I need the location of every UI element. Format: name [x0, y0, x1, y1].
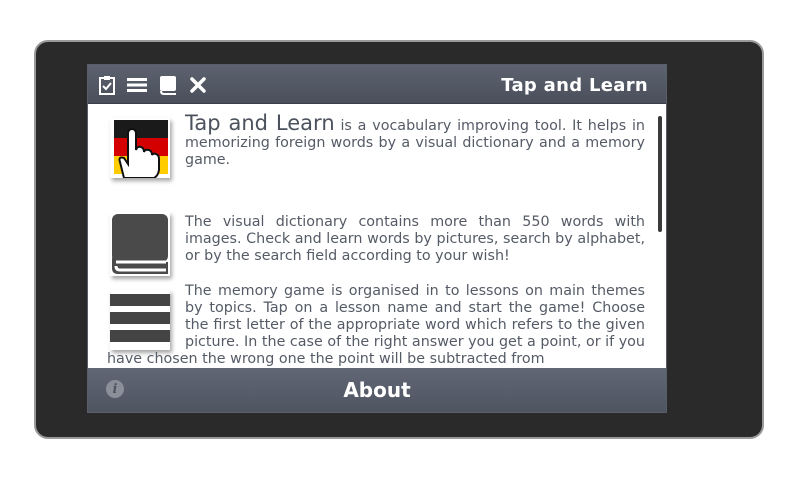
about-content[interactable]: Tap and Learn is a vocabulary improving …	[88, 104, 666, 368]
memory-game-text: The memory game is organised in to lesso…	[107, 283, 645, 367]
app-window: Tap and Learn Tap and Learn is a vocabul…	[88, 65, 666, 412]
intro-paragraph: Tap and Learn is a vocabulary improving …	[185, 113, 645, 169]
bottom-bar: i About	[88, 368, 666, 412]
german-flag-hand-icon	[110, 118, 170, 179]
close-icon[interactable]	[187, 74, 209, 96]
top-toolbar: Tap and Learn	[88, 65, 666, 104]
app-title: Tap and Learn	[501, 75, 648, 96]
list-icon[interactable]	[126, 74, 148, 96]
memory-game-paragraph: The memory game is organised in to lesso…	[107, 283, 645, 368]
dictionary-paragraph: The visual dictionary contains more than…	[185, 214, 645, 264]
scrollbar[interactable]	[658, 116, 662, 232]
book-thumb-icon	[110, 212, 170, 276]
intro-title: Tap and Learn	[185, 111, 335, 135]
clipboard-check-icon[interactable]	[96, 74, 118, 96]
page-title: About	[343, 378, 411, 402]
book-icon[interactable]	[157, 74, 179, 96]
